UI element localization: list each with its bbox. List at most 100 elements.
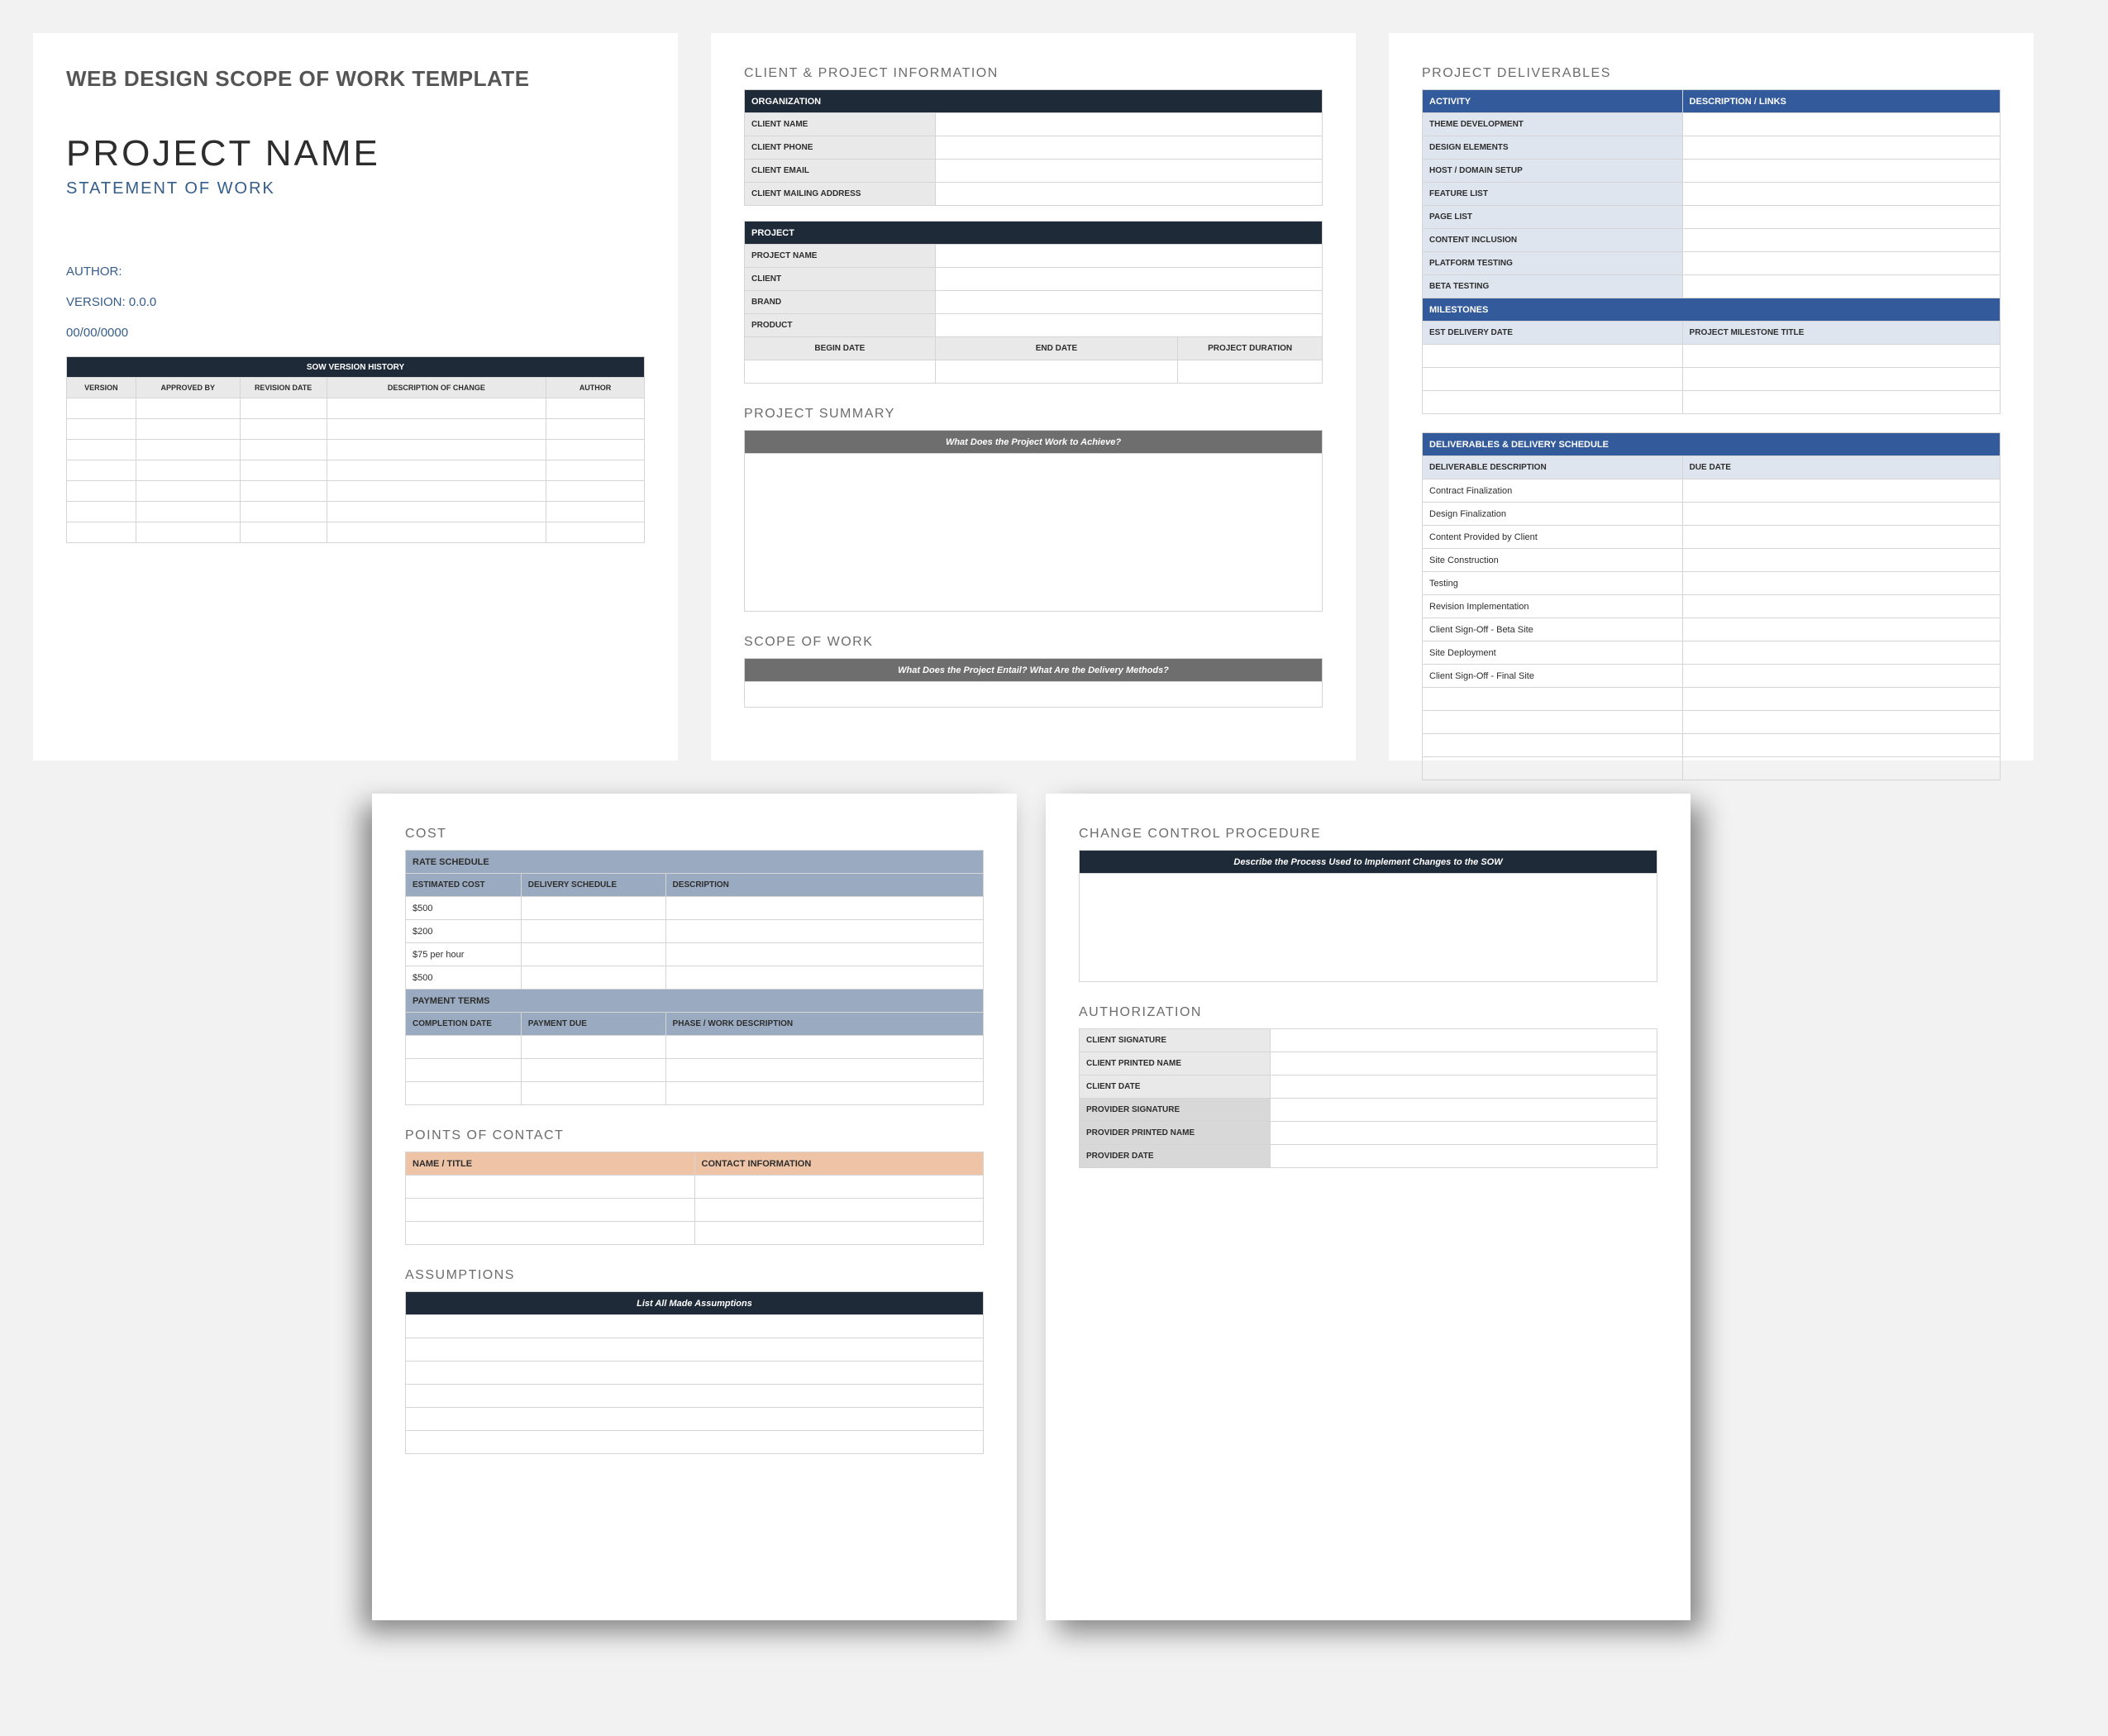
section-change-control: CHANGE CONTROL PROCEDURE: [1079, 827, 1657, 842]
col-completion-date: COMPLETION DATE: [406, 1013, 522, 1036]
summary-box: [744, 454, 1323, 612]
summary-question-bar: What Does the Project Work to Achieve?: [744, 430, 1323, 454]
table-row: Client Sign-Off - Beta Site: [1423, 618, 2001, 641]
col-author: AUTHOR: [546, 378, 645, 398]
col-version: VERSION: [67, 378, 136, 398]
col-phase-description: PHASE / WORK DESCRIPTION: [665, 1013, 983, 1036]
col-approved-by: APPROVED BY: [136, 378, 240, 398]
sow-version-history-table: SOW VERSION HISTORY VERSION APPROVED BY …: [66, 356, 645, 543]
organization-table: ORGANIZATION CLIENT NAME CLIENT PHONE CL…: [744, 89, 1323, 206]
col-project-duration: PROJECT DURATION: [1178, 337, 1323, 360]
table-row: PLATFORM TESTING: [1423, 252, 2001, 275]
project-table: PROJECT PROJECT NAME CLIENT BRAND PRODUC…: [744, 221, 1323, 384]
table-row: HOST / DOMAIN SETUP: [1423, 160, 2001, 183]
col-payment-due: PAYMENT DUE: [521, 1013, 665, 1036]
table-row: [406, 1082, 984, 1105]
col-activity: ACTIVITY: [1423, 90, 1683, 113]
col-description-links: DESCRIPTION / LINKS: [1682, 90, 2000, 113]
table-row: [1423, 757, 2001, 780]
table-row: PRODUCT: [745, 314, 1323, 337]
scope-question-bar: What Does the Project Entail? What Are t…: [744, 658, 1323, 682]
table-row: BRAND: [745, 291, 1323, 314]
section-client-project-info: CLIENT & PROJECT INFORMATION: [744, 66, 1323, 81]
table-row: BETA TESTING: [1423, 275, 2001, 298]
table-row: PROVIDER SIGNATURE: [1080, 1099, 1657, 1122]
table-row: $500: [406, 897, 984, 920]
table-row: Contract Finalization: [1423, 479, 2001, 503]
activity-table: ACTIVITY DESCRIPTION / LINKS THEME DEVEL…: [1422, 89, 2001, 414]
authorization-table: CLIENT SIGNATURE CLIENT PRINTED NAME CLI…: [1079, 1028, 1657, 1168]
table-row: Client Sign-Off - Final Site: [1423, 665, 2001, 688]
meta-block: AUTHOR: VERSION: 0.0.0 00/00/0000: [66, 265, 645, 340]
table-row: CLIENT DATE: [1080, 1075, 1657, 1099]
version-label: VERSION: 0.0.0: [66, 295, 645, 309]
points-of-contact-table: NAME / TITLE CONTACT INFORMATION: [405, 1152, 984, 1245]
template-title: WEB DESIGN SCOPE OF WORK TEMPLATE: [66, 66, 645, 92]
table-row: CLIENT PHONE: [745, 136, 1323, 160]
section-authorization: AUTHORIZATION: [1079, 1005, 1657, 1020]
table-row: Design Finalization: [1423, 503, 2001, 526]
scope-box: [744, 682, 1323, 708]
table- row: [1423, 711, 2001, 734]
table-row: [1423, 345, 2001, 368]
author-label: AUTHOR:: [66, 265, 645, 279]
page-4: COST RATE SCHEDULE ESTIMATED COST DELIVE…: [372, 794, 1017, 1620]
table-row: [406, 1385, 984, 1408]
table-row: [67, 481, 645, 502]
table-row: Site Deployment: [1423, 641, 2001, 665]
table-row: THEME DEVELOPMENT: [1423, 113, 2001, 136]
delivery-schedule-table: DELIVERABLES & DELIVERY SCHEDULE DELIVER…: [1422, 432, 2001, 780]
table-row: PROVIDER PRINTED NAME: [1080, 1122, 1657, 1145]
col-due-date: DUE DATE: [1682, 456, 2000, 479]
col-est-delivery-date: EST DELIVERY DATE: [1423, 322, 1683, 345]
table-row: $500: [406, 966, 984, 990]
table-row: [406, 1036, 984, 1059]
table-row: [745, 360, 1323, 384]
table-row: Testing: [1423, 572, 2001, 595]
milestones-bar: MILESTONES: [1423, 298, 2001, 322]
col-delivery-schedule: DELIVERY SCHEDULE: [521, 874, 665, 897]
table-row: CLIENT EMAIL: [745, 160, 1323, 183]
col-name-title: NAME / TITLE: [406, 1152, 695, 1176]
table-row: CLIENT MAILING ADDRESS: [745, 183, 1323, 206]
table-row: [406, 1362, 984, 1385]
assumptions-table: List All Made Assumptions: [405, 1291, 984, 1454]
col-milestone-title: PROJECT MILESTONE TITLE: [1682, 322, 2000, 345]
history-title: SOW VERSION HISTORY: [67, 357, 645, 378]
table-row: [1423, 688, 2001, 711]
table-row: PAGE LIST: [1423, 206, 2001, 229]
col-estimated-cost: ESTIMATED COST: [406, 874, 522, 897]
rate-schedule-bar: RATE SCHEDULE: [406, 851, 984, 874]
table-row: CLIENT NAME: [745, 113, 1323, 136]
table-row: [406, 1338, 984, 1362]
table-row: CLIENT SIGNATURE: [1080, 1029, 1657, 1052]
table-row: PROVIDER DATE: [1080, 1145, 1657, 1168]
section-scope-of-work: SCOPE OF WORK: [744, 635, 1323, 650]
table-row: [406, 1408, 984, 1431]
table-row: Content Provided by Client: [1423, 526, 2001, 549]
col-contact-info: CONTACT INFORMATION: [694, 1152, 984, 1176]
table-row: CLIENT: [745, 268, 1323, 291]
table-row: [1423, 391, 2001, 414]
table-row: [406, 1222, 984, 1245]
table-row: [1423, 734, 2001, 757]
table-row: [1423, 368, 2001, 391]
ccp-box: [1079, 874, 1657, 982]
table-row: [406, 1199, 984, 1222]
page-2: CLIENT & PROJECT INFORMATION ORGANIZATIO…: [711, 33, 1356, 761]
page-3: PROJECT DELIVERABLES ACTIVITY DESCRIPTIO…: [1389, 33, 2034, 761]
rate-schedule-table: RATE SCHEDULE ESTIMATED COST DELIVERY SC…: [405, 850, 984, 1105]
col-description: DESCRIPTION OF CHANGE: [327, 378, 546, 398]
table-row: [67, 419, 645, 440]
col-revision-date: REVISION DATE: [240, 378, 327, 398]
table-row: FEATURE LIST: [1423, 183, 2001, 206]
assumptions-bar: List All Made Assumptions: [406, 1292, 984, 1315]
section-project-summary: PROJECT SUMMARY: [744, 407, 1323, 422]
section-points-of-contact: POINTS OF CONTACT: [405, 1128, 984, 1143]
section-project-deliverables: PROJECT DELIVERABLES: [1422, 66, 2001, 81]
section-assumptions: ASSUMPTIONS: [405, 1268, 984, 1283]
col-begin-date: BEGIN DATE: [745, 337, 936, 360]
organization-bar: ORGANIZATION: [745, 90, 1323, 113]
table-row: [406, 1176, 984, 1199]
table-row: [406, 1431, 984, 1454]
